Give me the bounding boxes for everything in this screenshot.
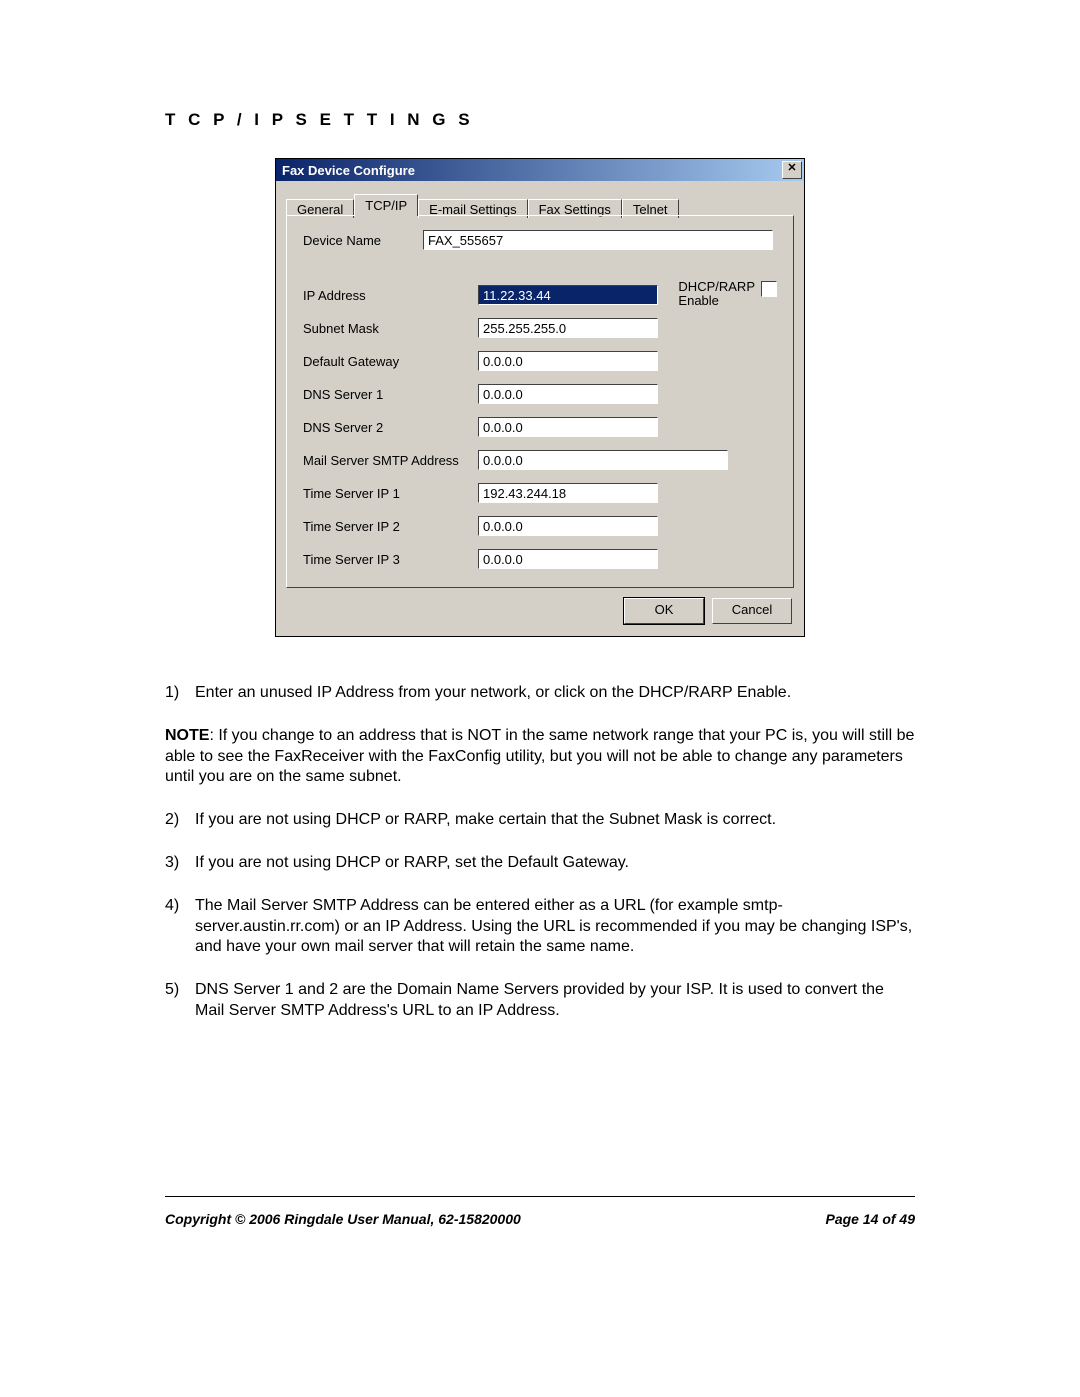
dialog-title: Fax Device Configure xyxy=(282,163,415,178)
tabstrip: General TCP/IP E-mail Settings Fax Setti… xyxy=(276,181,804,215)
cancel-button[interactable]: Cancel xyxy=(712,598,792,624)
default-gateway-label: Default Gateway xyxy=(303,354,478,369)
footer-right: Page 14 of 49 xyxy=(826,1211,916,1227)
dns-server-2-label: DNS Server 2 xyxy=(303,420,478,435)
time-server-1-input[interactable] xyxy=(478,483,658,503)
instr-4-num: 4) xyxy=(165,896,195,958)
page-footer: Copyright © 2006 Ringdale User Manual, 6… xyxy=(165,1211,915,1227)
page-heading: T C P / I P S E T T I N G S xyxy=(165,110,915,130)
instr-5-num: 5) xyxy=(165,980,195,1022)
subnet-mask-input[interactable] xyxy=(478,318,658,338)
close-icon[interactable]: ✕ xyxy=(782,161,802,179)
footer-left: Copyright © 2006 Ringdale User Manual, 6… xyxy=(165,1211,521,1227)
dhcp-rarp-label: DHCP/RARP Enable xyxy=(678,280,755,308)
subnet-mask-label: Subnet Mask xyxy=(303,321,478,336)
instr-1-num: 1) xyxy=(165,683,195,704)
time-server-2-label: Time Server IP 2 xyxy=(303,519,478,534)
instr-3-num: 3) xyxy=(165,853,195,874)
default-gateway-input[interactable] xyxy=(478,351,658,371)
time-server-3-input[interactable] xyxy=(478,549,658,569)
mail-server-smtp-input[interactable] xyxy=(478,450,728,470)
dialog-titlebar: Fax Device Configure ✕ xyxy=(276,159,804,181)
dns-server-2-input[interactable] xyxy=(478,417,658,437)
tab-tcpip[interactable]: TCP/IP xyxy=(354,194,418,216)
footer-rule xyxy=(165,1196,915,1197)
time-server-2-input[interactable] xyxy=(478,516,658,536)
instr-5-text: DNS Server 1 and 2 are the Domain Name S… xyxy=(195,980,915,1022)
instr-3-text: If you are not using DHCP or RARP, set t… xyxy=(195,853,915,874)
tcpip-panel: Device Name DHCP/RARP Enable IP Address xyxy=(286,215,794,588)
instr-2-num: 2) xyxy=(165,810,195,831)
device-name-label: Device Name xyxy=(303,233,423,248)
ip-address-label: IP Address xyxy=(303,288,478,303)
dns-server-1-label: DNS Server 1 xyxy=(303,387,478,402)
time-server-1-label: Time Server IP 1 xyxy=(303,486,478,501)
time-server-3-label: Time Server IP 3 xyxy=(303,552,478,567)
ip-address-input[interactable] xyxy=(478,285,658,305)
fax-device-configure-dialog: Fax Device Configure ✕ General TCP/IP E-… xyxy=(275,158,805,637)
dhcp-rarp-checkbox[interactable] xyxy=(761,281,777,297)
dns-server-1-input[interactable] xyxy=(478,384,658,404)
instr-2-text: If you are not using DHCP or RARP, make … xyxy=(195,810,915,831)
instr-1-text: Enter an unused IP Address from your net… xyxy=(195,683,915,704)
dhcp-rarp-enable[interactable]: DHCP/RARP Enable xyxy=(678,280,777,308)
note-label: NOTE xyxy=(165,727,209,744)
instruction-text: 1)Enter an unused IP Address from your n… xyxy=(165,683,915,1022)
note-paragraph: NOTE: If you change to an address that i… xyxy=(165,726,915,788)
device-name-input[interactable] xyxy=(423,230,773,250)
note-text: : If you change to an address that is NO… xyxy=(165,727,914,786)
ok-button[interactable]: OK xyxy=(624,598,704,624)
instr-4-text: The Mail Server SMTP Address can be ente… xyxy=(195,896,915,958)
mail-server-smtp-label: Mail Server SMTP Address xyxy=(303,453,478,468)
